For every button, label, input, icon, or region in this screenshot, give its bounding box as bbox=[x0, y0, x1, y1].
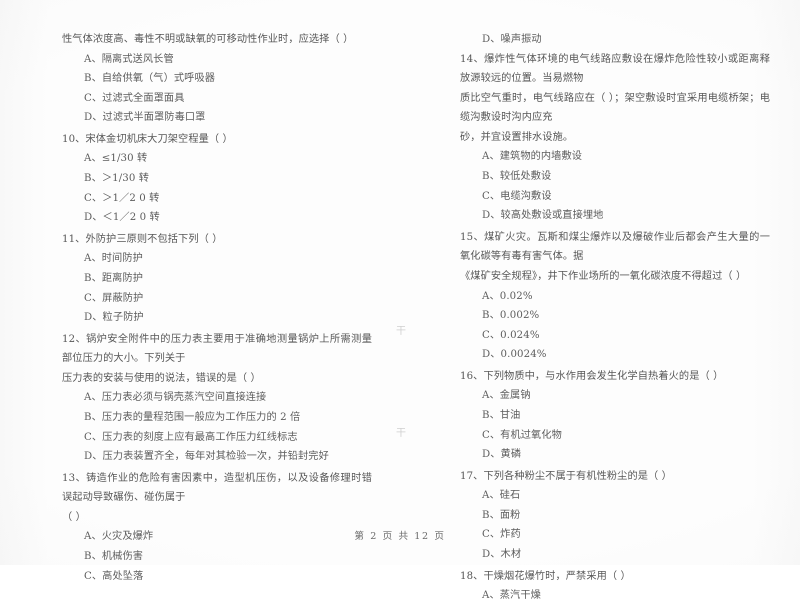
option-item: C、有机过氧化物 bbox=[482, 429, 562, 441]
option-item: B、机械伤害 bbox=[84, 551, 144, 563]
carryover-option-right: D、噪声振动 bbox=[482, 34, 542, 45]
question-stem-line3: 砂，并宜设置排水设施。 bbox=[460, 131, 574, 143]
option-item: B、0.002% bbox=[482, 310, 540, 322]
two-column-body: 性气体浓度高、毒性不明或缺氧的可移动性作业时，应选择（ ） A、隔离式送风长管 … bbox=[0, 0, 800, 601]
question-stem-line2: 《煤矿安全规程》，井下作业场所的一氧化碳浓度不得超过（ ） bbox=[460, 270, 747, 282]
option-item: A、隔离式送风长管 bbox=[84, 53, 174, 65]
question-stem: 10、宋体金切机床大刀架空程量（ ） bbox=[62, 133, 233, 145]
option-item: A、金属钠 bbox=[482, 390, 531, 402]
bleed-through-mark: 干 bbox=[396, 428, 406, 439]
option-item: D、木材 bbox=[482, 549, 522, 561]
option-item: D、较高处敷设或直接埋地 bbox=[482, 210, 604, 222]
question-block-16: 16、下列物质中，与水作用会发生化学自热着火的是（ ） A、金属钠 B、甘油 C… bbox=[460, 367, 770, 465]
option-item: D、＜1／2 0 转 bbox=[84, 212, 160, 224]
option-item: C、＞1／2 0 转 bbox=[84, 192, 160, 204]
question-stem: 17、下列各种粉尘不属于有机性粉尘的是（ ） bbox=[460, 470, 672, 482]
option-item: C、压力表的刻度上应有最高工作压力红线标志 bbox=[84, 431, 298, 443]
left-column: 性气体浓度高、毒性不明或缺氧的可移动性作业时，应选择（ ） A、隔离式送风长管 … bbox=[0, 0, 400, 582]
option-item: A、0.02% bbox=[482, 290, 533, 302]
option-item: A、硅石 bbox=[482, 490, 521, 502]
right-column: D、噪声振动 14、爆炸性气体环境的电气线路应敷设在爆炸危险性较小或距离释放源较… bbox=[400, 0, 800, 601]
scanned-page: 性气体浓度高、毒性不明或缺氧的可移动性作业时，应选择（ ） A、隔离式送风长管 … bbox=[0, 0, 800, 601]
option-item: C、过滤式全面罩面具 bbox=[84, 92, 185, 104]
carryover-stem-left: 性气体浓度高、毒性不明或缺氧的可移动性作业时，应选择（ ） bbox=[62, 34, 354, 45]
option-item: C、高处坠落 bbox=[84, 570, 144, 582]
question-stem: 15、煤矿火灾。瓦斯和煤尘爆炸以及爆破作业后都会产生大量的一氧化碳等有毒有害气体… bbox=[460, 231, 770, 263]
question-block-14: 14、爆炸性气体环境的电气线路应敷设在爆炸危险性较小或距离释放源较远的位置。当易… bbox=[460, 50, 770, 226]
option-item: D、过滤式半面罩防毒口罩 bbox=[84, 112, 206, 124]
bleed-through-mark: 干 bbox=[396, 326, 406, 337]
question-block-carryover: A、隔离式送风长管 B、自给供氧（气）式呼吸器 C、过滤式全面罩面具 D、过滤式… bbox=[62, 50, 372, 128]
option-item: B、距离防护 bbox=[84, 272, 144, 284]
page-footer: 第 2 页 共 12 页 bbox=[354, 531, 446, 542]
option-item: C、屏蔽防护 bbox=[84, 292, 144, 304]
question-stem-line2: 质比空气重时，电气线路应在（ ）；架空敷设时宜采用电缆桥架；电缆沟敷设时沟内应充 bbox=[460, 92, 770, 124]
option-item: B、甘油 bbox=[482, 409, 521, 421]
question-block-11: 11、外防护三原则不包括下列（ ） A、时间防护 B、距离防护 C、屏蔽防护 D… bbox=[62, 230, 372, 328]
option-item: A、蒸汽干燥 bbox=[482, 590, 541, 602]
option-item: C、0.024% bbox=[482, 329, 540, 341]
option-item: C、电缆沟敷设 bbox=[482, 190, 552, 202]
question-stem: 16、下列物质中，与水作用会发生化学自热着火的是（ ） bbox=[460, 370, 724, 382]
option-item: A、≤1/30 转 bbox=[84, 153, 148, 165]
option-item: B、＞1/30 转 bbox=[84, 173, 150, 185]
option-item: D、黄磷 bbox=[482, 449, 522, 461]
option-item: B、较低处敷设 bbox=[482, 171, 552, 183]
option-item: B、自给供氧（气）式呼吸器 bbox=[84, 73, 216, 85]
question-block-10: 10、宋体金切机床大刀架空程量（ ） A、≤1/30 转 B、＞1/30 转 C… bbox=[62, 130, 372, 228]
question-stem: 14、爆炸性气体环境的电气线路应敷设在爆炸危险性较小或距离释放源较远的位置。当易… bbox=[460, 53, 770, 85]
option-item: D、粒子防护 bbox=[84, 312, 144, 324]
option-item: A、建筑物的内墙敷设 bbox=[482, 151, 583, 163]
option-item: B、面粉 bbox=[482, 509, 521, 521]
question-block-15: 15、煤矿火灾。瓦斯和煤尘爆炸以及爆破作业后都会产生大量的一氧化碳等有毒有害气体… bbox=[460, 228, 770, 365]
option-item: A、压力表必须与锅壳蒸汽空间直接连接 bbox=[84, 392, 267, 404]
question-block-17: 17、下列各种粉尘不属于有机性粉尘的是（ ） A、硅石 B、面粉 C、炸药 D、… bbox=[460, 467, 770, 565]
question-block-18: 18、干燥烟花爆竹时，严禁采用（ ） A、蒸汽干燥 bbox=[460, 567, 770, 606]
question-block-12: 12、锅炉安全附件中的压力表主要用于准确地测量锅炉上所需测量部位压力的大小。下列… bbox=[62, 330, 372, 467]
question-stem: 18、干燥烟花爆竹时，严禁采用（ ） bbox=[460, 570, 631, 582]
option-item: D、压力表装置齐全，每年对其检验一次，并铅封完好 bbox=[84, 451, 329, 463]
option-item: B、压力表的量程范围一般应为工作压力的 2 倍 bbox=[84, 411, 301, 423]
question-stem: 11、外防护三原则不包括下列（ ） bbox=[62, 233, 223, 245]
option-item: D、0.0024% bbox=[482, 349, 547, 361]
option-item: A、时间防护 bbox=[84, 253, 143, 265]
question-stem: 13、铸造作业的危险有害因素中，造型机压伤，以及设备修理时错误起动导致碾伤、碰伤… bbox=[62, 472, 372, 504]
question-stem: 12、锅炉安全附件中的压力表主要用于准确地测量锅炉上所需测量部位压力的大小。下列… bbox=[62, 333, 372, 365]
question-stem-line2: 压力表的安装与使用的说法，错误的是（ ） bbox=[62, 372, 261, 384]
question-stem-line2: （ ） bbox=[62, 511, 86, 523]
